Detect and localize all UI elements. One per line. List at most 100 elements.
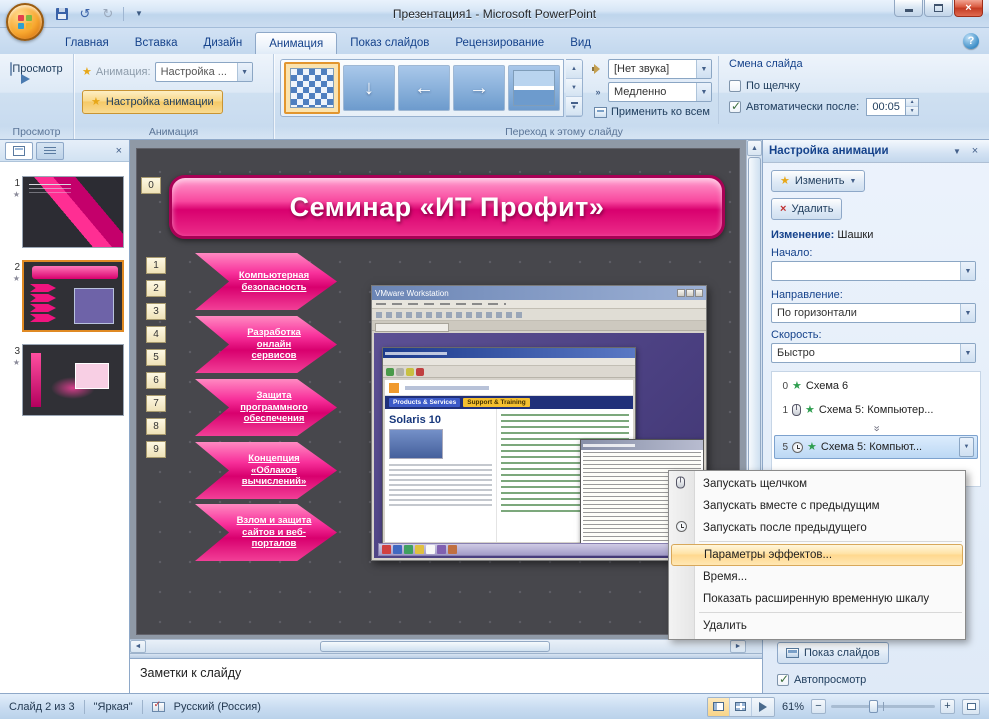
- animation-tag-5[interactable]: 5: [146, 349, 166, 366]
- animation-tag-7[interactable]: 7: [146, 395, 166, 412]
- transition-option-push-down[interactable]: ↓: [343, 65, 395, 111]
- remove-animation-button[interactable]: × Удалить: [771, 198, 843, 220]
- transition-option-push-right[interactable]: →: [453, 65, 505, 111]
- animation-item-5[interactable]: 5 ★ Схема 5: Компьют... ▼: [774, 435, 978, 459]
- tab-outline[interactable]: [36, 141, 64, 160]
- menu-item-start-on-click[interactable]: Запускать щелчком: [669, 473, 965, 495]
- animation-tag-0[interactable]: 0: [141, 177, 161, 194]
- arrow-shape-1[interactable]: Компьютерная безопасность: [195, 253, 337, 310]
- scroll-left-button[interactable]: ◄: [130, 640, 146, 653]
- advance-on-click-row[interactable]: По щелчку: [729, 75, 981, 96]
- transition-option-push-left[interactable]: ←: [398, 65, 450, 111]
- menu-item-effect-options[interactable]: Параметры эффектов...: [671, 544, 963, 566]
- animation-tag-8[interactable]: 8: [146, 418, 166, 435]
- redo-button[interactable]: ↻: [98, 4, 118, 23]
- arrow-shape-3[interactable]: Защита программного обеспечения: [195, 379, 337, 436]
- slide-thumbnail-1[interactable]: 1 ★: [2, 176, 127, 248]
- thumbnail-image[interactable]: [22, 260, 124, 332]
- tab-insert[interactable]: Вставка: [122, 32, 191, 54]
- animation-item-2[interactable]: 1 ★ Схема 5: Компьютер...: [774, 398, 978, 422]
- menu-item-show-advanced-timeline[interactable]: Показать расширенную временную шкалу: [669, 588, 965, 610]
- animate-combo[interactable]: Настройка ... ▼: [154, 62, 253, 82]
- normal-view-button[interactable]: [707, 697, 730, 716]
- animation-tag-6[interactable]: 6: [146, 372, 166, 389]
- transition-option-split[interactable]: [508, 65, 560, 111]
- animation-tag-9[interactable]: 9: [146, 441, 166, 458]
- slide-thumbnail-2[interactable]: 2 ★: [2, 260, 127, 332]
- start-combo[interactable]: ▼: [771, 261, 976, 281]
- close-panel-icon[interactable]: ×: [114, 145, 124, 157]
- close-button[interactable]: ×: [954, 0, 983, 17]
- change-animation-button[interactable]: ★ Изменить ▼: [771, 170, 866, 192]
- task-pane-close-button[interactable]: ×: [967, 143, 983, 159]
- notes-pane[interactable]: Заметки к слайду: [130, 658, 762, 693]
- transition-option-checkerboard[interactable]: [284, 62, 340, 114]
- menu-item-start-after-previous[interactable]: Запускать после предыдущего: [669, 517, 965, 539]
- preview-button[interactable]: Просмотр: [7, 59, 67, 84]
- tab-design[interactable]: Дизайн: [191, 32, 256, 54]
- qat-customize-button[interactable]: ▼: [129, 4, 149, 23]
- tab-slideshow[interactable]: Показ слайдов: [337, 32, 442, 54]
- apply-to-all-button[interactable]: Применить ко всем: [592, 105, 716, 119]
- arrow-shape-2[interactable]: Разработка онлайн сервисов: [195, 316, 337, 373]
- zoom-slider-thumb[interactable]: [869, 700, 878, 713]
- auto-after-time-input[interactable]: 00:05: [866, 97, 907, 116]
- collapse-expand-bar[interactable]: »: [774, 422, 978, 435]
- custom-animation-button[interactable]: ★ Настройка анимации: [82, 90, 223, 114]
- animation-tag-4[interactable]: 4: [146, 326, 166, 343]
- zoom-out-button[interactable]: −: [811, 699, 826, 714]
- menu-item-remove[interactable]: Удалить: [669, 615, 965, 637]
- spellcheck-icon[interactable]: [151, 699, 165, 712]
- maximize-button[interactable]: [924, 0, 953, 17]
- help-button[interactable]: ?: [963, 33, 979, 49]
- minimize-button[interactable]: [894, 0, 923, 17]
- gallery-scroll-up-button[interactable]: ▲: [566, 60, 582, 79]
- thumbnail-image[interactable]: [22, 344, 124, 416]
- horizontal-scrollbar[interactable]: ◄ ►: [130, 639, 746, 653]
- fit-to-window-button[interactable]: [962, 698, 980, 715]
- thumbnail-image[interactable]: [22, 176, 124, 248]
- animation-tag-3[interactable]: 3: [146, 303, 166, 320]
- transition-speed-combo[interactable]: Медленно ▼: [608, 82, 712, 102]
- undo-button[interactable]: ↺: [75, 4, 95, 23]
- tab-animation[interactable]: Анимация: [255, 32, 338, 54]
- arrow-shape-4[interactable]: Концепция «Облаков вычислений»: [195, 442, 337, 499]
- advance-auto-row[interactable]: Автоматически после: 00:05 ▲▼: [729, 96, 981, 117]
- language-indicator[interactable]: Русский (Россия): [174, 701, 261, 713]
- spin-up-icon[interactable]: ▲: [906, 98, 919, 107]
- zoom-in-button[interactable]: +: [940, 699, 955, 714]
- task-pane-menu-button[interactable]: ▼: [949, 143, 965, 159]
- direction-combo[interactable]: По горизонтали ▼: [771, 303, 976, 323]
- tab-view[interactable]: Вид: [557, 32, 604, 54]
- slideshow-button[interactable]: Показ слайдов: [777, 642, 889, 664]
- on-click-checkbox[interactable]: [729, 79, 741, 92]
- spin-down-icon[interactable]: ▼: [906, 107, 919, 115]
- horizontal-scroll-thumb[interactable]: [320, 641, 550, 652]
- tab-home[interactable]: Главная: [52, 32, 122, 54]
- item-dropdown-button[interactable]: ▼: [959, 437, 974, 457]
- tab-slides-thumbnails[interactable]: [5, 141, 33, 160]
- embedded-screenshot[interactable]: VMware Workstation Products & Services S…: [371, 285, 707, 561]
- slide-thumbnail-3[interactable]: 3 ★: [2, 344, 127, 416]
- animation-tag-1[interactable]: 1: [146, 257, 166, 274]
- office-button[interactable]: [6, 3, 44, 41]
- menu-item-start-with-previous[interactable]: Запускать вместе с предыдущим: [669, 495, 965, 517]
- transition-sound-combo[interactable]: [Нет звука] ▼: [608, 59, 712, 79]
- animation-tag-2[interactable]: 2: [146, 280, 166, 297]
- gallery-more-button[interactable]: ▼: [566, 97, 582, 116]
- slide[interactable]: Семинар «ИТ Профит» 0 1 2 3 4 5 6 7 8 9 …: [136, 148, 740, 635]
- scroll-right-button[interactable]: ►: [730, 640, 746, 653]
- scroll-up-button[interactable]: ▲: [747, 140, 762, 156]
- slide-sorter-button[interactable]: [729, 697, 752, 716]
- auto-after-checkbox[interactable]: [729, 99, 741, 113]
- tab-review[interactable]: Рецензирование: [442, 32, 557, 54]
- slideshow-view-button[interactable]: [751, 697, 774, 716]
- gallery-scroll-down-button[interactable]: ▼: [566, 78, 582, 98]
- autopreview-checkbox[interactable]: [777, 672, 789, 686]
- menu-item-timing[interactable]: Время...: [669, 566, 965, 588]
- slide-title-shape[interactable]: Семинар «ИТ Профит»: [169, 175, 725, 239]
- zoom-slider-track[interactable]: [831, 700, 935, 713]
- arrow-shape-5[interactable]: Взлом и защита сайтов и веб-порталов: [195, 504, 337, 561]
- speed-combo[interactable]: Быстро ▼: [771, 343, 976, 363]
- save-button[interactable]: [52, 4, 72, 23]
